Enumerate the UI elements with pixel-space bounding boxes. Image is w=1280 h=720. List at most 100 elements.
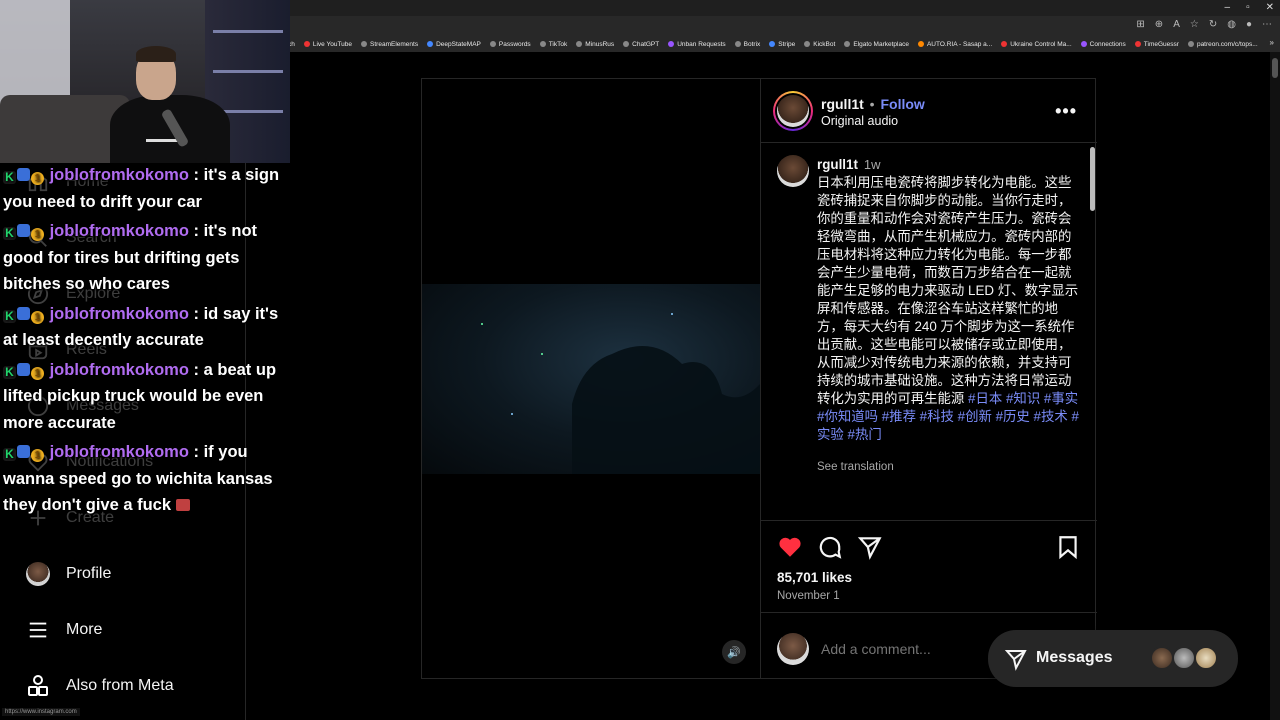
bookmark[interactable]: DeepStateMAP xyxy=(427,41,481,48)
chat-message: K1 joblofromkokomo : a beat up lifted pi… xyxy=(3,357,295,437)
add-comment-input[interactable] xyxy=(821,641,1001,657)
status-url: https://www.instagram.com xyxy=(2,708,80,716)
bookmark-favicon-icon xyxy=(917,41,924,47)
comments-scrollbar[interactable] xyxy=(1090,147,1095,211)
caption-username[interactable]: rgull1t xyxy=(817,157,858,172)
bookmark[interactable]: AUTO.RIA - Sasap a... xyxy=(917,41,992,48)
post-sidebar: rgull1t • Follow Original audio ••• rgul… xyxy=(760,79,1097,678)
audio-toggle-button[interactable]: 🔊 xyxy=(722,640,746,664)
sidebar-item-label: Also from Meta xyxy=(66,677,174,694)
close-window-icon[interactable]: ✕ xyxy=(1266,2,1274,13)
conversation-avatar xyxy=(1172,646,1196,670)
webcam-person-hair xyxy=(136,46,176,62)
share-icon[interactable] xyxy=(857,534,883,560)
patreon-icon xyxy=(1187,41,1194,47)
bookmark[interactable]: TimeGuessr xyxy=(1134,41,1179,48)
reel-video[interactable]: 🔊 xyxy=(422,79,760,678)
bookmark-favicon-icon xyxy=(576,41,583,47)
page-scrollbar[interactable] xyxy=(1270,52,1280,720)
coin-badge-icon: 1 xyxy=(31,172,44,185)
speaker-icon: 🔊 xyxy=(727,646,741,659)
refresh-icon[interactable]: ↻ xyxy=(1209,19,1217,30)
bookmark[interactable]: TikTok xyxy=(539,41,567,48)
menu-icon[interactable]: ⋯ xyxy=(1262,19,1272,30)
author-avatar[interactable] xyxy=(773,91,813,131)
bookmark-favicon-icon xyxy=(804,41,811,47)
profile-avatar xyxy=(26,562,50,586)
apps-icon[interactable]: ⊞ xyxy=(1136,19,1144,30)
maximize-icon[interactable]: ▫ xyxy=(1246,2,1250,13)
emoji-icon xyxy=(175,499,190,511)
read-aloud-icon[interactable]: A xyxy=(1173,19,1180,30)
sidebar-item-also-from-meta[interactable]: Also from Meta xyxy=(26,671,174,701)
bookmark[interactable]: Live YouTube xyxy=(303,41,352,48)
bookmark-favicon-icon xyxy=(1080,41,1087,47)
save-bookmark-icon[interactable] xyxy=(1055,534,1081,560)
author-username[interactable]: rgull1t xyxy=(821,96,864,112)
youtube-icon xyxy=(303,41,310,47)
kick-badge-icon: K xyxy=(3,365,16,379)
bookmarks-overflow-icon[interactable]: » xyxy=(1270,38,1274,47)
current-user-avatar xyxy=(777,633,809,665)
bookmark[interactable]: ChatGPT xyxy=(623,41,659,48)
bookmark[interactable]: patreon.com/c/tops... xyxy=(1187,41,1258,48)
coin-badge-icon: 1 xyxy=(31,310,44,324)
sub-badge-icon xyxy=(17,224,30,237)
post-date[interactable]: November 1 xyxy=(777,590,840,602)
bookmark[interactable]: Passwords xyxy=(489,41,531,48)
comments-section[interactable]: rgull1t 1w 日本利用压电瓷砖将脚步转化为电能。这些瓷砖捕捉来自你脚步的动… xyxy=(761,143,1097,521)
follow-button[interactable]: Follow xyxy=(880,96,924,112)
bookmark[interactable]: Connections xyxy=(1080,41,1126,48)
zoom-icon[interactable]: ⊕ xyxy=(1155,19,1163,30)
webcam-window xyxy=(0,0,70,110)
caption-time: 1w xyxy=(863,157,881,172)
bookmark[interactable]: Botrix xyxy=(734,41,760,48)
kick-badge-icon: K xyxy=(3,309,16,323)
more-options-icon[interactable]: ••• xyxy=(1055,101,1077,122)
sidebar-item-profile[interactable]: Profile xyxy=(26,559,111,589)
bookmark[interactable]: StreamElements xyxy=(361,41,418,48)
like-heart-icon[interactable] xyxy=(777,534,803,560)
minimize-icon[interactable]: – xyxy=(1225,2,1231,13)
favorite-star-icon[interactable]: ☆ xyxy=(1190,19,1199,30)
bookmark[interactable]: Stripe xyxy=(769,41,795,48)
chat-message: K1 joblofromkokomo : it's not good for t… xyxy=(3,218,295,298)
caption-avatar[interactable] xyxy=(777,155,809,187)
comment-icon[interactable] xyxy=(817,534,843,560)
likes-count[interactable]: 85,701 likes xyxy=(777,570,852,585)
sub-badge-icon xyxy=(17,168,30,181)
bookmark-favicon-icon xyxy=(361,41,368,47)
bookmark[interactable]: Elgato Marketplace xyxy=(844,41,909,48)
tiktok-icon xyxy=(539,41,546,47)
post-dialog: 🔊 rgull1t • Follow Original audio ••• rg… xyxy=(421,78,1097,679)
hamburger-menu-icon xyxy=(26,618,50,642)
chat-username: joblofromkokomo xyxy=(49,360,189,379)
bookmark-favicon-icon xyxy=(1134,41,1141,47)
address-bar[interactable]: ⊞ ⊕ A ☆ ↻ ◍ ● ⋯ xyxy=(290,16,1280,36)
chat-message: K1 joblofromkokomo : it's a sign you nee… xyxy=(3,162,295,215)
kick-badge-icon: K xyxy=(3,171,16,184)
sidebar-item-more[interactable]: More xyxy=(26,615,102,645)
bookmark[interactable]: MinusRus xyxy=(576,41,614,48)
chat-message: K1 joblofromkokomo : id say it's at leas… xyxy=(3,301,295,354)
messages-pill[interactable]: Messages xyxy=(988,630,1238,687)
coin-badge-icon: 1 xyxy=(31,449,44,462)
bookmark[interactable]: Ukraine Control Ma... xyxy=(1001,41,1072,48)
sub-badge-icon xyxy=(17,445,30,458)
apps-grid-icon xyxy=(26,674,50,698)
bookmark[interactable]: KickBot xyxy=(804,41,835,48)
elgato-icon xyxy=(844,41,851,47)
stripe-icon xyxy=(769,41,776,47)
bookmark[interactable]: Unban Requests xyxy=(668,41,726,48)
post-header: rgull1t • Follow Original audio ••• xyxy=(761,79,1097,143)
extension-icon[interactable]: ◍ xyxy=(1227,19,1236,30)
original-audio-link[interactable]: Original audio xyxy=(821,114,898,128)
direct-send-icon xyxy=(1004,650,1027,671)
see-translation-link[interactable]: See translation xyxy=(817,461,894,473)
page-scrollbar-thumb[interactable] xyxy=(1272,58,1278,78)
chatgpt-icon xyxy=(623,41,630,47)
sidebar-item-label: More xyxy=(66,621,103,638)
chat-username: joblofromkokomo xyxy=(49,304,189,323)
conversation-avatar xyxy=(1150,646,1174,670)
profile-icon[interactable]: ● xyxy=(1246,19,1252,30)
